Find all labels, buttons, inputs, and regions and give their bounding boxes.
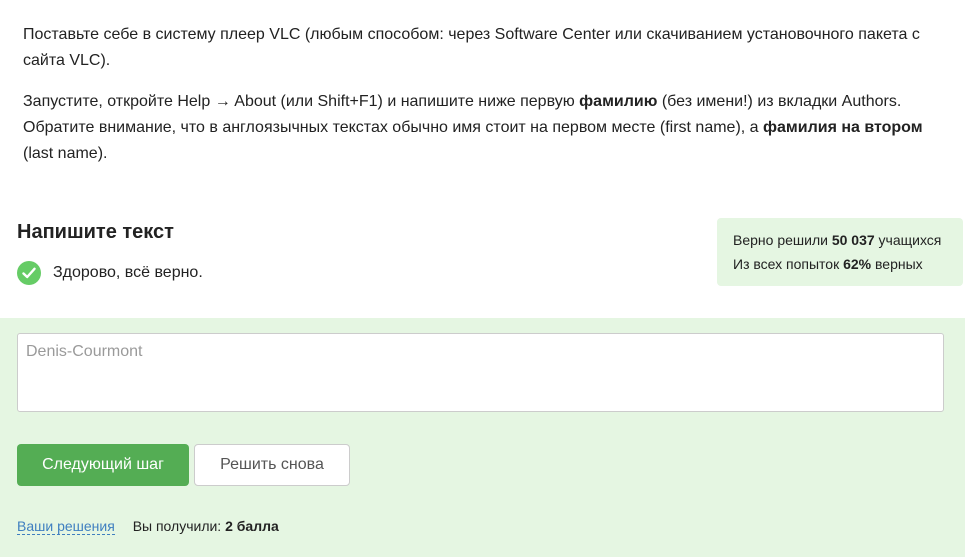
task-text: Поставьте себе в систему плеер VLC (любы… (23, 26, 920, 69)
stats-label: Верно решили (733, 232, 832, 248)
stats-label: верных (871, 256, 923, 272)
stats-solved-count: 50 037 (831, 232, 875, 248)
task-paragraph-2: Запустите, откройте Help → About (или Sh… (23, 89, 943, 167)
next-step-button[interactable]: Следующий шаг (17, 444, 189, 486)
task-emphasis: фамилию (579, 93, 658, 110)
score-label: Вы получили: (132, 518, 226, 534)
retry-button[interactable]: Решить снова (194, 444, 350, 486)
stats-box: Верно решили 50 037 учащихся Из всех поп… (717, 218, 963, 286)
score-value: 2 балла (225, 518, 279, 534)
result-text: Здорово, всё верно. (53, 264, 203, 281)
task-text: (last name). (23, 145, 108, 162)
task-emphasis: фамилия на втором (763, 119, 923, 136)
answer-input[interactable] (17, 333, 944, 412)
task-text: Запустите, откройте Help → About (или Sh… (23, 93, 580, 110)
stats-attempts-line: Из всех попыток 62% верных (733, 252, 963, 276)
quiz-title: Напишите текст (17, 221, 174, 243)
answer-panel: Следующий шаг Решить снова Ваши решения … (0, 318, 965, 557)
check-circle-icon (17, 261, 41, 285)
your-solutions-link[interactable]: Ваши решения (17, 518, 115, 535)
stats-solved-line: Верно решили 50 037 учащихся (733, 228, 963, 252)
stats-correct-percent: 62% (843, 256, 872, 272)
task-paragraph-1: Поставьте себе в систему плеер VLC (любы… (23, 22, 943, 74)
result-status: Здорово, всё верно. (17, 260, 203, 286)
submission-footer: Ваши решения Вы получили: 2 балла (17, 516, 279, 536)
stats-label: Из всех попыток (733, 256, 844, 272)
stats-label: учащихся (874, 232, 942, 248)
task-description: Поставьте себе в систему плеер VLC (любы… (23, 22, 943, 182)
